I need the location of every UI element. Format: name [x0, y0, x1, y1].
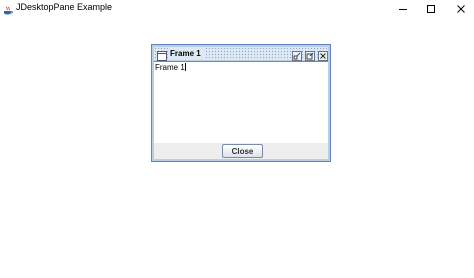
iconify-icon	[292, 51, 302, 61]
internal-close-button[interactable]	[318, 48, 328, 61]
button-panel: Close	[154, 143, 328, 159]
minimize-button[interactable]	[388, 0, 418, 17]
internal-frame-titlebar[interactable]: Frame 1	[154, 47, 328, 61]
maximize-button[interactable]	[416, 0, 446, 17]
minimize-icon	[399, 8, 407, 10]
text-caret	[184, 63, 186, 71]
window-titlebar[interactable]: JDesktopPane Example	[0, 0, 474, 17]
iconify-button[interactable]	[292, 48, 302, 61]
window-icon	[157, 48, 167, 61]
maximize-icon	[427, 4, 435, 13]
internal-maximize-button[interactable]	[305, 48, 315, 61]
window-title: JDesktopPane Example	[16, 2, 113, 12]
close-icon	[457, 4, 465, 13]
java-icon	[3, 3, 13, 15]
text-area[interactable]: Frame 1	[154, 61, 328, 143]
text-area-text: Frame 1	[155, 63, 185, 72]
text-area-content: Frame 1	[155, 63, 186, 73]
maximize-icon	[305, 51, 315, 61]
internal-frame[interactable]: Frame 1 Frame 1 Close	[151, 44, 331, 162]
close-window-button[interactable]	[446, 0, 474, 17]
internal-frame-title: Frame 1	[170, 48, 204, 59]
desktop-pane[interactable]: Frame 1 Frame 1 Close	[0, 17, 474, 278]
close-button[interactable]: Close	[222, 144, 263, 158]
app-window: JDesktopPane Example Frame 1 Frame 1 Clo…	[0, 0, 474, 278]
close-icon	[318, 51, 328, 61]
